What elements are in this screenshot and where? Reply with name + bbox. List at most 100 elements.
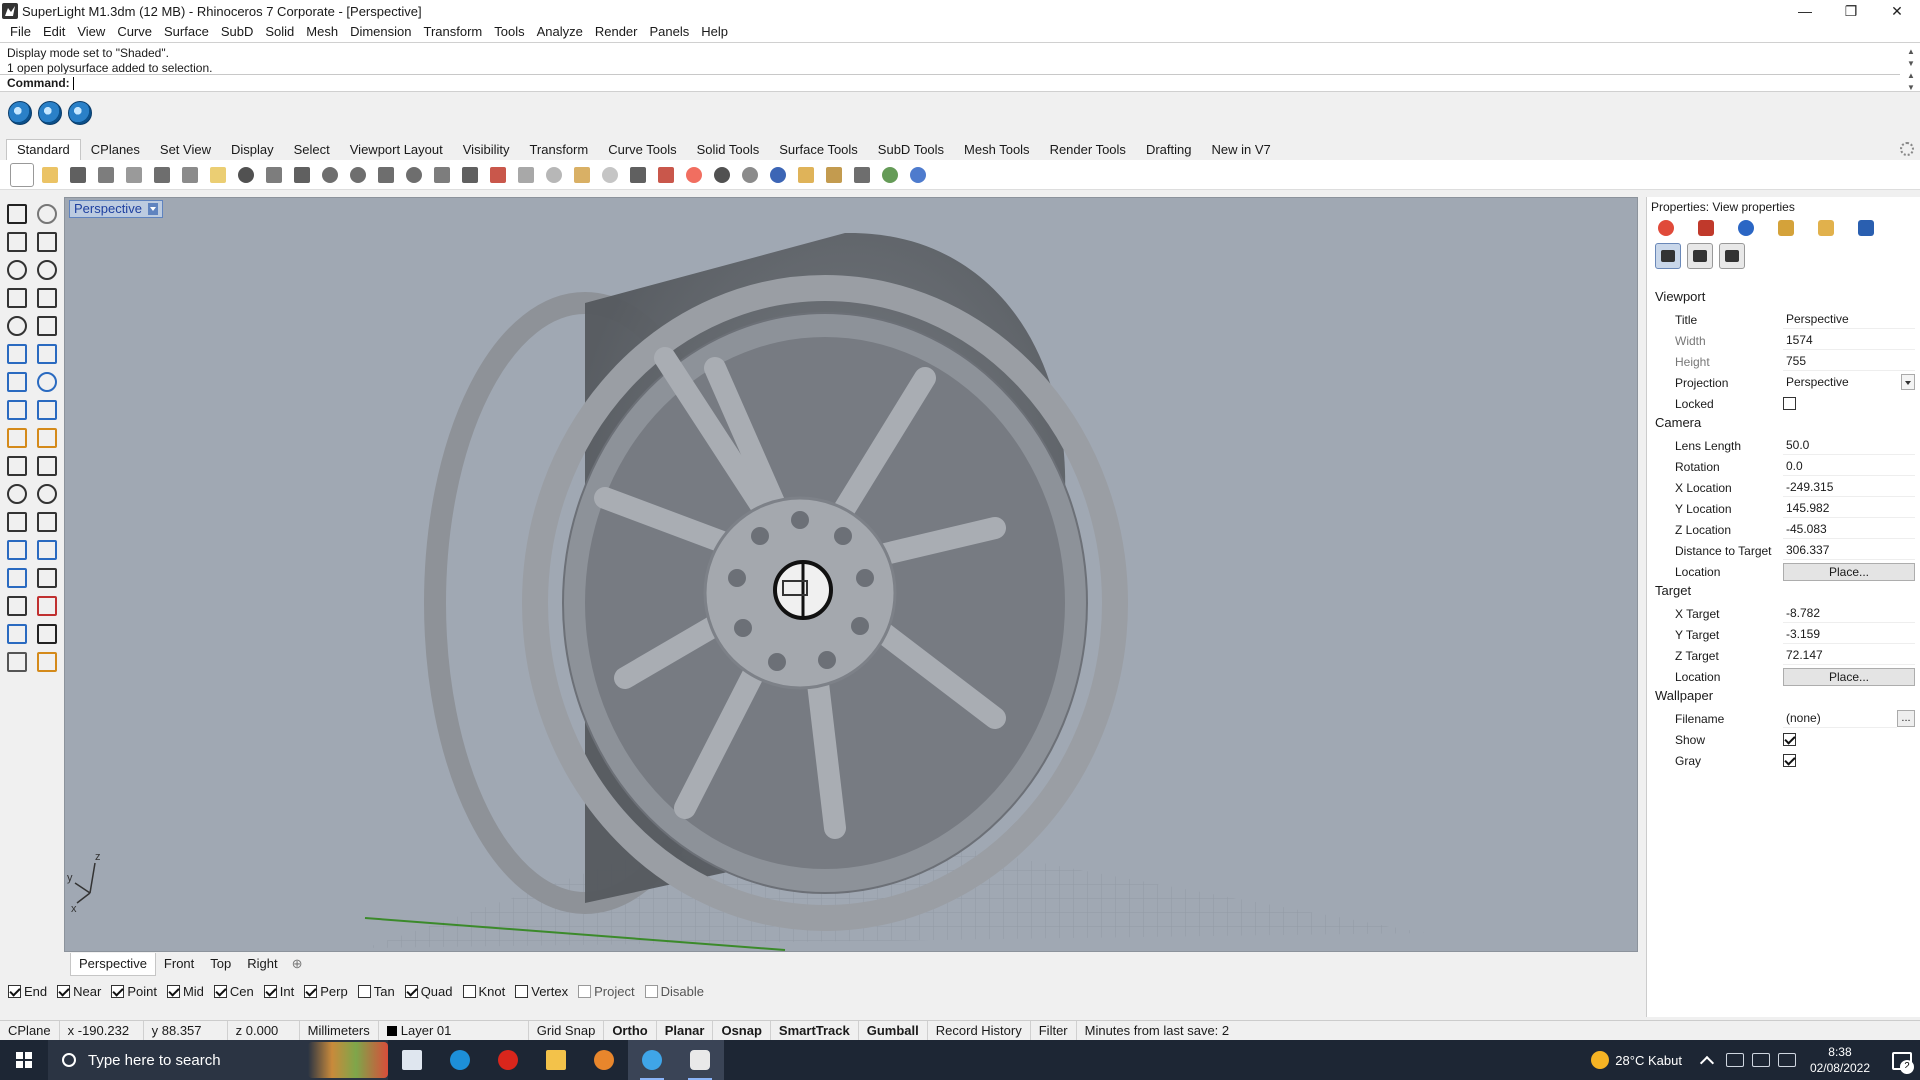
- status-record-history[interactable]: Record History: [928, 1020, 1031, 1041]
- osnap-quad[interactable]: Quad: [404, 984, 453, 999]
- tab-standard[interactable]: Standard: [6, 139, 81, 160]
- notification-center-icon[interactable]: 2: [1880, 1040, 1920, 1080]
- taskbar-search-box[interactable]: Type here to search: [48, 1040, 388, 1080]
- gray-checkbox[interactable]: [1783, 754, 1796, 767]
- layers-tab-icon[interactable]: [1695, 219, 1717, 237]
- osnap-checkbox[interactable]: [8, 984, 21, 998]
- battery-icon[interactable]: [1777, 1053, 1796, 1067]
- status-grid-snap[interactable]: Grid Snap: [529, 1020, 605, 1041]
- chevron-down-icon[interactable]: [1901, 374, 1915, 390]
- minimize-button[interactable]: —: [1782, 0, 1828, 22]
- osnap-checkbox[interactable]: [111, 984, 125, 998]
- tab-render-tools[interactable]: Render Tools: [1040, 140, 1136, 160]
- osnap-checkbox[interactable]: [166, 984, 180, 998]
- viewport-frame-icon[interactable]: [1719, 243, 1745, 269]
- gear-options-icon[interactable]: [822, 163, 846, 187]
- restore-button[interactable]: ❐: [1828, 0, 1874, 22]
- osnap-disable[interactable]: Disable: [644, 984, 704, 999]
- gumball-tool-icon[interactable]: [33, 592, 57, 616]
- new-file-icon[interactable]: [10, 162, 34, 187]
- light-bulb-icon[interactable]: [598, 163, 622, 187]
- zoom-selected-icon[interactable]: [402, 163, 426, 187]
- tab-cplanes[interactable]: CPlanes: [81, 140, 150, 160]
- viewport-menu-dropdown-icon[interactable]: [147, 203, 158, 215]
- command-scrollbar[interactable]: ▲ ▼ ▲ ▼: [1904, 46, 1918, 94]
- volume-icon[interactable]: [1751, 1053, 1770, 1067]
- osnap-end[interactable]: End: [8, 984, 47, 999]
- osnap-int[interactable]: Int: [263, 984, 294, 999]
- status-filter[interactable]: Filter: [1031, 1020, 1077, 1041]
- vp-tab-front[interactable]: Front: [156, 953, 202, 975]
- osnap-project[interactable]: Project: [578, 984, 635, 999]
- zoom-window-icon[interactable]: [346, 163, 370, 187]
- point-tool-icon[interactable]: [33, 200, 57, 224]
- tab-surface-tools[interactable]: Surface Tools: [769, 140, 868, 160]
- lock-icon[interactable]: [626, 163, 650, 187]
- vp-tab-right[interactable]: Right: [239, 953, 285, 975]
- title-field[interactable]: Perspective: [1783, 310, 1915, 329]
- display-settings-icon[interactable]: [1687, 243, 1713, 269]
- cplane-icon[interactable]: [486, 163, 510, 187]
- task-view-icon[interactable]: [388, 1040, 436, 1080]
- zoom-icon[interactable]: [318, 163, 342, 187]
- render-tool-icon[interactable]: [3, 648, 27, 672]
- status-layer[interactable]: Layer 01: [379, 1020, 529, 1041]
- osnap-checkbox[interactable]: [462, 984, 476, 998]
- projection-select[interactable]: Perspective: [1783, 373, 1915, 392]
- undo-view-icon[interactable]: [430, 163, 454, 187]
- close-button[interactable]: ✕: [1874, 0, 1920, 22]
- box-solid-icon[interactable]: [3, 368, 27, 392]
- join-icon[interactable]: [33, 480, 57, 504]
- shaded-sphere-icon[interactable]: [710, 163, 734, 187]
- polyline-icon[interactable]: [3, 228, 27, 252]
- menu-dimension[interactable]: Dimension: [344, 22, 417, 42]
- z-location-field[interactable]: -45.083: [1783, 520, 1915, 539]
- osnap-checkbox[interactable]: [404, 984, 418, 998]
- distance-to-target-field[interactable]: 306.337: [1783, 541, 1915, 560]
- status-osnap[interactable]: Osnap: [713, 1020, 771, 1041]
- color-wheel-icon[interactable]: [682, 163, 706, 187]
- lens-length-field[interactable]: 50.0: [1783, 436, 1915, 455]
- osnap-checkbox[interactable]: [213, 984, 227, 998]
- menu-edit[interactable]: Edit: [37, 22, 71, 42]
- rendering-tab-icon[interactable]: [1855, 219, 1877, 237]
- save-icon[interactable]: [66, 163, 90, 187]
- edge-browser-icon[interactable]: [436, 1040, 484, 1080]
- menu-solid[interactable]: Solid: [259, 22, 300, 42]
- tab-display[interactable]: Display: [221, 140, 284, 160]
- rhino-plugin-taskbar-icon[interactable]: [628, 1040, 676, 1080]
- export-icon[interactable]: [122, 163, 146, 187]
- osnap-knot[interactable]: Knot: [462, 984, 505, 999]
- status-ortho[interactable]: Ortho: [604, 1020, 657, 1041]
- camera-place-button[interactable]: Place...: [1783, 562, 1915, 581]
- status-smarttrack[interactable]: SmartTrack: [771, 1020, 859, 1041]
- print-icon[interactable]: [94, 163, 118, 187]
- weather-widget[interactable]: 28°C Kabut: [1581, 1051, 1692, 1069]
- show-hidden-icons-chevron-icon[interactable]: [1699, 1055, 1715, 1071]
- tab-set-view[interactable]: Set View: [150, 140, 221, 160]
- taskbar-clock[interactable]: 8:38 02/08/2022: [1800, 1044, 1880, 1076]
- zoom-extents-icon[interactable]: [374, 163, 398, 187]
- array-icon[interactable]: [3, 592, 27, 616]
- menu-help[interactable]: Help: [695, 22, 734, 42]
- tab-visibility[interactable]: Visibility: [453, 140, 520, 160]
- menu-view[interactable]: View: [71, 22, 111, 42]
- paste-icon[interactable]: [206, 163, 230, 187]
- vp-tab-perspective[interactable]: Perspective: [70, 952, 156, 976]
- status-cplane[interactable]: CPlane: [0, 1020, 60, 1041]
- materials-tab-icon[interactable]: [1735, 219, 1757, 237]
- tab-new-in-v7[interactable]: New in V7: [1201, 140, 1280, 160]
- pan-hand-icon[interactable]: [262, 163, 286, 187]
- osnap-tan[interactable]: Tan: [357, 984, 395, 999]
- extrude-surface-icon[interactable]: [33, 340, 57, 364]
- circle-icon[interactable]: [3, 256, 27, 280]
- perspective-viewport[interactable]: z y x Perspective: [64, 197, 1638, 952]
- set-cplane-icon[interactable]: [514, 163, 538, 187]
- ellipse-icon[interactable]: [33, 256, 57, 280]
- menu-analyze[interactable]: Analyze: [531, 22, 589, 42]
- osnap-near[interactable]: Near: [57, 984, 101, 999]
- rotate-view-icon[interactable]: [290, 163, 314, 187]
- check-icon[interactable]: [33, 620, 57, 644]
- tab-solid-tools[interactable]: Solid Tools: [687, 140, 770, 160]
- menu-panels[interactable]: Panels: [643, 22, 695, 42]
